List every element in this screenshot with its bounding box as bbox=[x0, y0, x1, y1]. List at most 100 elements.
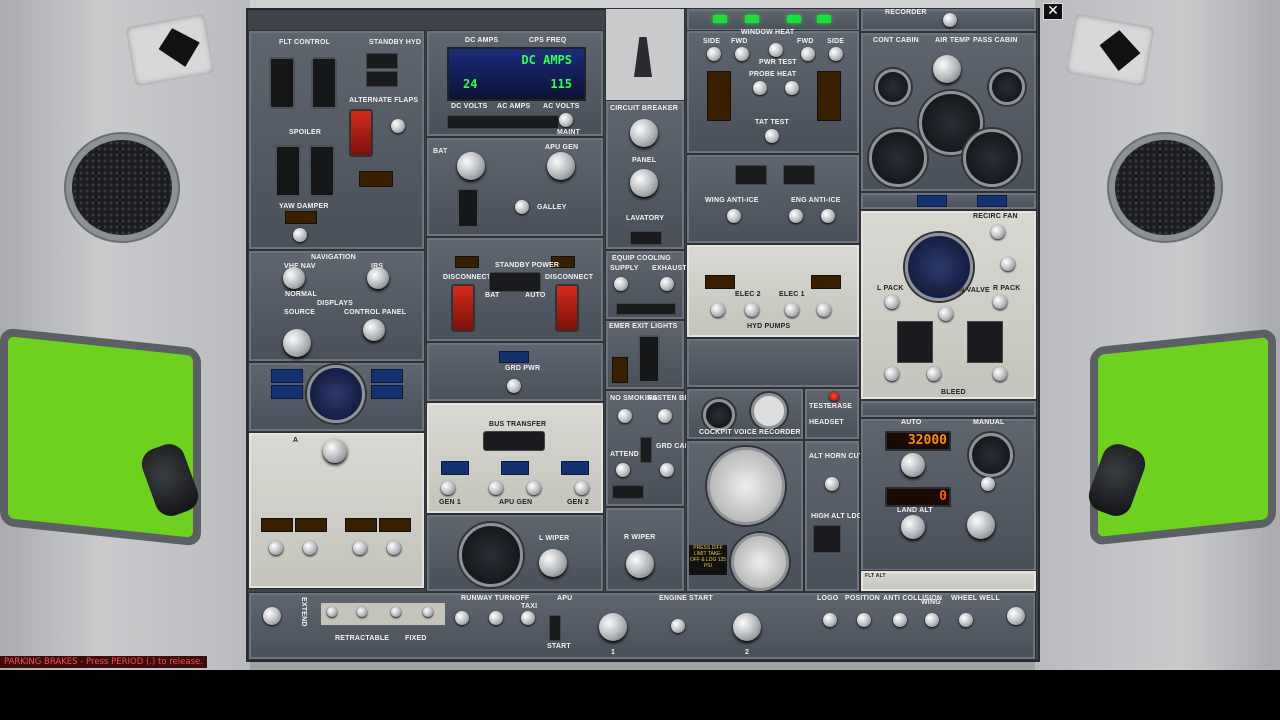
window-heat-r-side-switch[interactable] bbox=[829, 47, 843, 61]
hyd-elec-pump-1-switch[interactable] bbox=[785, 303, 799, 317]
outflow-valve-switch[interactable] bbox=[981, 477, 995, 491]
standby-bat-label: BAT bbox=[485, 292, 500, 299]
alternate-flaps-switch[interactable] bbox=[391, 119, 405, 133]
fixed-l-switch[interactable] bbox=[391, 607, 401, 617]
ignition-select-switch[interactable] bbox=[671, 619, 685, 633]
bleed-2-switch[interactable] bbox=[993, 367, 1007, 381]
cont-cabin-temp-knob[interactable] bbox=[875, 69, 911, 105]
retractable-r-switch[interactable] bbox=[357, 607, 367, 617]
crossfeed-selector[interactable] bbox=[323, 439, 347, 463]
taxi-switch[interactable] bbox=[521, 611, 535, 625]
flt-control-b-switch[interactable] bbox=[311, 57, 337, 109]
flight-altitude-knob[interactable] bbox=[901, 453, 925, 477]
runway-turnoff-r-switch[interactable] bbox=[489, 611, 503, 625]
irs-selector[interactable] bbox=[367, 267, 389, 289]
flt-control-a-switch[interactable] bbox=[269, 57, 295, 109]
spoiler-a-switch[interactable] bbox=[275, 145, 301, 197]
window-heat-r-fwd-switch[interactable] bbox=[801, 47, 815, 61]
anti-collision-switch[interactable] bbox=[893, 613, 907, 627]
fixed-r-switch[interactable] bbox=[423, 607, 433, 617]
lavatory-label: LAVATORY bbox=[626, 215, 665, 222]
landing-altitude-knob[interactable] bbox=[901, 515, 925, 539]
probe-heat-b-switch[interactable] bbox=[785, 81, 799, 95]
runway-turnoff-l-switch[interactable] bbox=[455, 611, 469, 625]
vhf-nav-selector[interactable] bbox=[283, 267, 305, 289]
gen1-switch[interactable] bbox=[441, 481, 455, 495]
gen2-switch[interactable] bbox=[575, 481, 589, 495]
wing-light-switch[interactable] bbox=[925, 613, 939, 627]
wheel-well-switch[interactable] bbox=[959, 613, 973, 627]
cvr-erase-button[interactable] bbox=[829, 391, 839, 401]
probe-heat-a-switch[interactable] bbox=[753, 81, 767, 95]
window-heat-l-side-switch[interactable] bbox=[707, 47, 721, 61]
bleed-1-switch[interactable] bbox=[885, 367, 899, 381]
pass-cabin-temp-knob[interactable] bbox=[989, 69, 1025, 105]
hyd-eng-pump-b-switch[interactable] bbox=[817, 303, 831, 317]
logo-light-switch[interactable] bbox=[823, 613, 837, 627]
dc-meter-selector[interactable] bbox=[457, 152, 485, 180]
attend-button[interactable] bbox=[616, 463, 630, 477]
meter-selector-row[interactable] bbox=[447, 115, 559, 129]
maint-button[interactable] bbox=[559, 113, 573, 127]
high-alt-ldg-switch[interactable] bbox=[813, 525, 841, 553]
pressurization-mode-selector[interactable] bbox=[967, 511, 995, 539]
apu-bleed-switch[interactable] bbox=[927, 367, 941, 381]
standby-power-switch[interactable] bbox=[489, 272, 541, 292]
recorder-switch[interactable] bbox=[943, 13, 957, 27]
disconnect-1-guard[interactable] bbox=[451, 284, 475, 332]
emer-exit-lights-guard[interactable] bbox=[638, 335, 660, 383]
ground-power-switch[interactable] bbox=[507, 379, 521, 393]
fuel-pump-2-switch[interactable] bbox=[303, 541, 317, 555]
right-fan-knob[interactable] bbox=[1007, 607, 1025, 625]
panel-light-knob[interactable] bbox=[630, 169, 658, 197]
fuel-pump-3-switch[interactable] bbox=[353, 541, 367, 555]
isolation-valve-switch[interactable] bbox=[939, 307, 953, 321]
ac-meter-selector[interactable] bbox=[547, 152, 575, 180]
equip-cooling-exhaust-switch[interactable] bbox=[660, 277, 674, 291]
grd-call-button[interactable] bbox=[660, 463, 674, 477]
disconnect-2-guard[interactable] bbox=[555, 284, 579, 332]
eng-anti-ice-2-switch[interactable] bbox=[821, 209, 835, 223]
apu-start-switch[interactable] bbox=[549, 615, 561, 641]
retractable-l-switch[interactable] bbox=[327, 607, 337, 617]
apu-gen-off-bus-light bbox=[501, 461, 529, 475]
fuel-pump-4-switch[interactable] bbox=[387, 541, 401, 555]
close-icon[interactable]: ✕ bbox=[1043, 3, 1063, 20]
r-pack-switch[interactable] bbox=[993, 295, 1007, 309]
left-fan-knob[interactable] bbox=[263, 607, 281, 625]
position-light-switch[interactable] bbox=[857, 613, 871, 627]
bus-transfer-switch[interactable] bbox=[483, 431, 545, 451]
galley-switch[interactable] bbox=[515, 200, 529, 214]
hyd-elec-pump-2-switch[interactable] bbox=[745, 303, 759, 317]
tat-test-button[interactable] bbox=[765, 129, 779, 143]
recirc-fan-switch[interactable] bbox=[991, 225, 1005, 239]
no-smoking-switch[interactable] bbox=[618, 409, 632, 423]
l-wiper-selector[interactable] bbox=[539, 549, 567, 577]
equip-cooling-supply-switch[interactable] bbox=[614, 277, 628, 291]
wing-anti-ice-switch[interactable] bbox=[727, 209, 741, 223]
apu-gen2-switch[interactable] bbox=[527, 481, 541, 495]
fuel-pump-1-switch[interactable] bbox=[269, 541, 283, 555]
pwr-test-switch[interactable] bbox=[769, 43, 783, 57]
spoiler-b-switch[interactable] bbox=[309, 145, 335, 197]
fasten-belts-switch[interactable] bbox=[658, 409, 672, 423]
r-wiper-selector[interactable] bbox=[626, 550, 654, 578]
battery-switch[interactable] bbox=[457, 188, 479, 228]
circuit-breaker-light-knob[interactable] bbox=[630, 119, 658, 147]
alternate-flaps-guard[interactable] bbox=[349, 109, 373, 157]
duct-pressure-r-gauge bbox=[963, 129, 1021, 187]
ovht-test-button[interactable] bbox=[1001, 257, 1015, 271]
apu-gen1-switch[interactable] bbox=[489, 481, 503, 495]
engine-1-start-selector[interactable] bbox=[599, 613, 627, 641]
window-heat-side-r: SIDE bbox=[827, 38, 845, 45]
alt-horn-cutout-button[interactable] bbox=[825, 477, 839, 491]
display-source-selector[interactable] bbox=[283, 329, 311, 357]
hyd-eng-pump-a-switch[interactable] bbox=[711, 303, 725, 317]
l-pack-switch[interactable] bbox=[885, 295, 899, 309]
control-panel-selector[interactable] bbox=[363, 319, 385, 341]
eng-anti-ice-1-switch[interactable] bbox=[789, 209, 803, 223]
engine-2-start-selector[interactable] bbox=[733, 613, 761, 641]
yaw-damper-switch[interactable] bbox=[293, 228, 307, 242]
air-temp-source-selector[interactable] bbox=[933, 55, 961, 83]
window-heat-l-fwd-switch[interactable] bbox=[735, 47, 749, 61]
